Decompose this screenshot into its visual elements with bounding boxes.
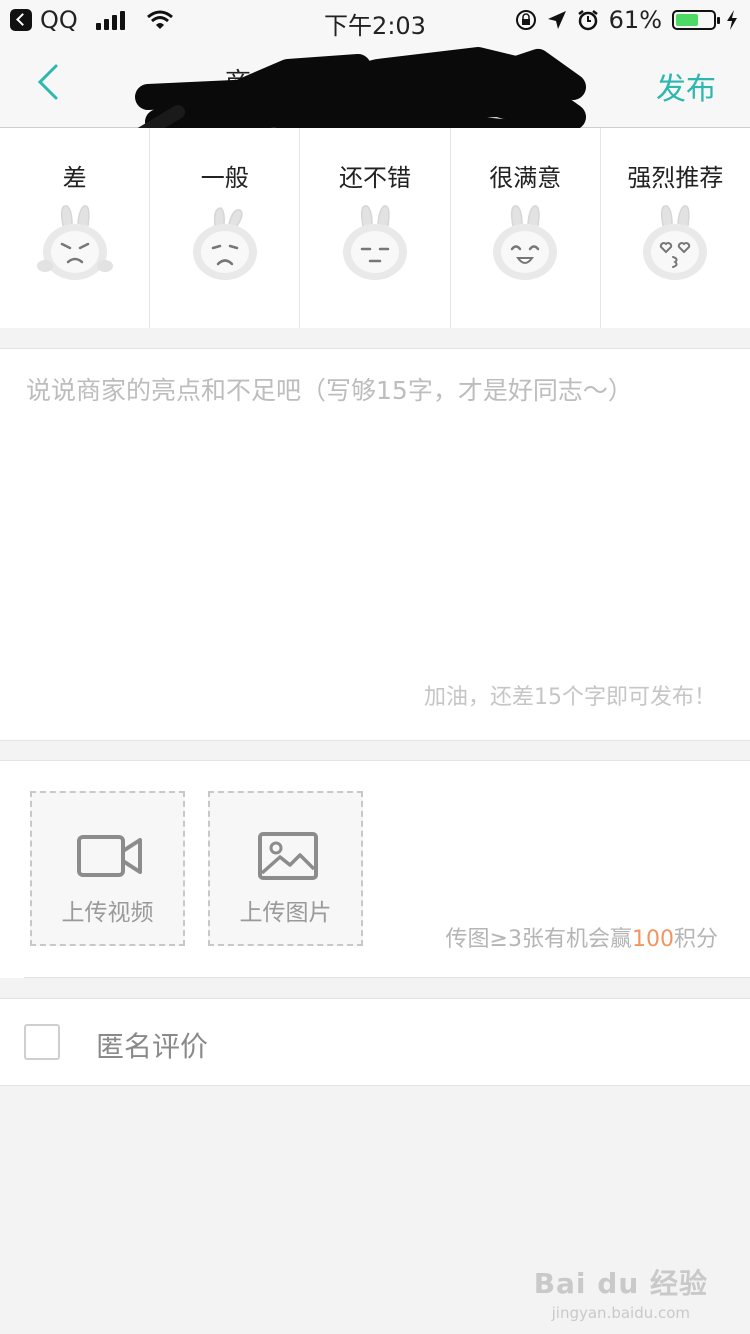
orientation-lock-icon [515,10,536,30]
watermark-logo: Bai du 经验 [533,1267,708,1300]
video-camera-icon [77,835,142,877]
rating-label: 强烈推荐 [627,164,724,192]
upload-video-button[interactable]: 上传视频 [30,791,185,946]
angry-bunny-icon [36,205,113,280]
image-icon [258,832,318,880]
upload-photo-button[interactable]: 上传图片 [208,791,363,946]
anonymous-row[interactable]: 匿名评价 [0,998,750,1086]
media-upload-section: 上传视频 上传图片 传图≥3张有机会赢100积分 [0,760,750,978]
divider [24,977,750,978]
rating-option-good[interactable]: 还不错 [300,128,451,328]
alarm-icon [577,10,598,31]
publish-button[interactable]: 发布 [656,64,716,108]
rating-selector: 差 一般 还不错 很满意 强烈推荐 [0,128,750,328]
heart-eyes-bunny-icon [643,205,708,280]
tip-points: 100 [631,927,674,952]
rating-option-average[interactable]: 一般 [150,128,301,328]
upload-reward-tip: 传图≥3张有机会赢100积分 [446,921,718,953]
rating-label: 差 [62,164,87,192]
neutral-bunny-icon [343,205,407,280]
status-bar: QQ 下午2:03 61% [0,0,750,40]
watermark-url: jingyan.baidu.com [551,1304,691,1322]
upload-photo-label: 上传图片 [239,900,332,926]
status-right: 61% [515,6,738,34]
back-arrow-icon[interactable] [34,62,64,102]
review-textarea[interactable]: 说说商家的亮点和不足吧（写够15字，才是好同志～） 加油，还差15个字即可发布！ [0,348,750,741]
rating-option-recommend[interactable]: 强烈推荐 [601,128,750,328]
tip-prefix: 传图≥3张有机会赢 [445,927,632,952]
rating-label: 很满意 [489,164,562,192]
battery-fill [676,14,698,26]
review-char-hint: 加油，还差15个字即可发布！ [424,685,716,710]
rating-option-satisfied[interactable]: 很满意 [451,128,601,328]
location-icon [547,11,566,29]
watermark: Bai du 经验 jingyan.baidu.com [534,1262,708,1322]
tip-suffix: 积分 [673,927,718,952]
rating-label: 一般 [200,164,249,192]
anonymous-label: 匿名评价 [96,1030,209,1063]
smiling-bunny-icon [493,205,558,280]
rating-option-poor[interactable]: 差 [0,128,151,328]
battery-percent: 61% [608,6,662,34]
nav-bar: 商 发布 [0,40,750,199]
charging-icon [727,10,737,30]
upload-video-label: 上传视频 [61,900,154,926]
battery-icon [672,10,720,30]
rating-label: 还不错 [339,164,411,192]
frowning-bunny-icon [192,207,257,280]
anonymous-checkbox[interactable] [24,1024,60,1060]
review-placeholder: 说说商家的亮点和不足吧（写够15字，才是好同志～） [26,376,633,405]
